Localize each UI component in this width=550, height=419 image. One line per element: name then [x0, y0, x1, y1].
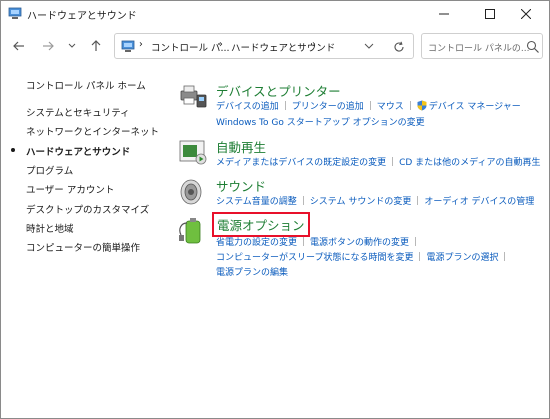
speaker-icon [180, 179, 202, 205]
sidebar-item-appearance[interactable]: デスクトップのカスタマイズ [26, 202, 149, 216]
power-links-row-3: 電源プランの編集 [216, 265, 288, 278]
sidebar-item-system-security[interactable]: システムとセキュリティ [26, 105, 130, 119]
search-input[interactable]: コントロール パネルの... [428, 41, 529, 54]
refresh-icon [394, 41, 404, 52]
change-default-media-settings-link[interactable]: メディアまたはデバイスの既定設定の変更 [216, 158, 386, 168]
breadcrumb-chevron-icon[interactable]: › [139, 39, 143, 50]
window-title: ハードウェアとサウンド [27, 11, 137, 22]
link-separator [417, 196, 419, 205]
breadcrumb-control-panel[interactable]: コントロール パ... [151, 40, 230, 54]
devices-printers-title-link[interactable]: デバイスとプリンター [216, 81, 341, 100]
change-power-button-action-link[interactable]: 電源ボタンの動作の変更 [310, 238, 409, 248]
refresh-button[interactable] [391, 39, 407, 55]
sound-links-row: システム音量の調整 システム サウンドの変更 オーディオ デバイスの管理 [216, 194, 534, 207]
link-separator [504, 252, 506, 261]
up-button[interactable] [87, 37, 105, 55]
device-manager-link[interactable]: デバイス マネージャー [429, 102, 521, 112]
sound-title-link[interactable]: サウンド [216, 176, 266, 195]
change-power-saving-settings-link[interactable]: 省電力の設定の変更 [216, 238, 297, 248]
autoplay-title-link[interactable]: 自動再生 [216, 137, 266, 156]
close-icon [521, 9, 531, 19]
breadcrumb-chevron-icon[interactable]: › [219, 39, 223, 50]
title-bar: ハードウェアとサウンド [1, 1, 549, 27]
link-separator [409, 101, 411, 110]
power-links-row-2: コンピューターがスリープ状態になる時間を変更 電源プランの選択 [216, 250, 511, 263]
devices-links-row: デバイスの追加 プリンターの追加 マウス デバイス マネージャー [216, 99, 521, 112]
sidebar-item-clock-region[interactable]: 時計と地域 [26, 221, 74, 235]
recent-locations-button[interactable] [63, 37, 81, 55]
sidebar-item-ease-of-access[interactable]: コンピューターの簡単操作 [26, 240, 140, 254]
navigation-bar: › コントロール パ... › ハードウェアとサウンド › コントロール パネル… [1, 29, 549, 63]
address-dropdown-button[interactable] [361, 39, 377, 53]
search-box[interactable]: コントロール パネルの... [421, 33, 543, 59]
printer-icon [180, 85, 207, 108]
link-separator [415, 237, 417, 246]
link-separator [284, 101, 286, 110]
close-button[interactable] [503, 1, 549, 27]
control-panel-icon [8, 7, 22, 19]
breadcrumb-chevron-icon[interactable]: › [312, 39, 316, 50]
control-panel-window: ハードウェアとサウンド › コントロール パ... › ハードウェアとサウンド … [0, 0, 550, 419]
control-panel-icon [121, 40, 135, 52]
power-options-title-link[interactable]: 電源オプション [212, 212, 310, 237]
link-separator [392, 157, 394, 166]
power-links-row: 省電力の設定の変更 電源ボタンの動作の変更 [216, 235, 422, 248]
add-printer-link[interactable]: プリンターの追加 [292, 102, 364, 112]
address-bar[interactable]: › コントロール パ... › ハードウェアとサウンド › [114, 33, 414, 59]
minimize-button[interactable] [421, 1, 467, 27]
chevron-down-icon [364, 43, 374, 49]
arrow-right-icon [43, 41, 54, 51]
maximize-icon [485, 9, 495, 19]
change-system-sounds-link[interactable]: システム サウンドの変更 [310, 197, 412, 207]
forward-button[interactable] [39, 37, 57, 55]
link-separator [303, 237, 305, 246]
arrow-left-icon [13, 41, 24, 51]
edit-power-plan-link[interactable]: 電源プランの編集 [216, 268, 288, 278]
autoplay-cd-link[interactable]: CD または他のメディアの自動再生 [399, 158, 540, 168]
current-item-bullet [11, 148, 15, 152]
autoplay-icon [179, 140, 207, 165]
windows-to-go-link[interactable]: Windows To Go スタートアップ オプションの変更 [216, 118, 425, 128]
arrow-up-icon [91, 40, 101, 51]
uac-shield-icon [417, 100, 427, 111]
minimize-icon [439, 13, 449, 15]
adjust-system-volume-link[interactable]: システム音量の調整 [216, 197, 297, 207]
back-button[interactable] [10, 37, 28, 55]
add-device-link[interactable]: デバイスの追加 [216, 102, 279, 112]
control-panel-home-link[interactable]: コントロール パネル ホーム [26, 78, 146, 92]
search-icon [526, 40, 539, 53]
link-separator [419, 252, 421, 261]
battery-plug-icon [179, 218, 201, 244]
link-separator [369, 101, 371, 110]
link-separator [302, 196, 304, 205]
sidebar-item-network-internet[interactable]: ネットワークとインターネット [26, 124, 159, 138]
breadcrumb-hardware-sound[interactable]: ハードウェアとサウンド [231, 40, 335, 54]
sidebar-item-user-accounts[interactable]: ユーザー アカウント [26, 182, 114, 196]
change-sleep-time-link[interactable]: コンピューターがスリープ状態になる時間を変更 [216, 253, 413, 263]
chevron-down-icon [68, 43, 76, 48]
mouse-link[interactable]: マウス [377, 102, 404, 112]
sidebar-item-programs[interactable]: プログラム [26, 163, 73, 177]
manage-audio-devices-link[interactable]: オーディオ デバイスの管理 [424, 197, 534, 207]
sidebar-item-hardware-sound[interactable]: ハードウェアとサウンド [26, 144, 130, 158]
choose-power-plan-link[interactable]: 電源プランの選択 [426, 253, 498, 263]
devices-links-row-2: Windows To Go スタートアップ オプションの変更 [216, 115, 425, 128]
autoplay-links-row: メディアまたはデバイスの既定設定の変更 CD または他のメディアの自動再生 [216, 155, 541, 168]
